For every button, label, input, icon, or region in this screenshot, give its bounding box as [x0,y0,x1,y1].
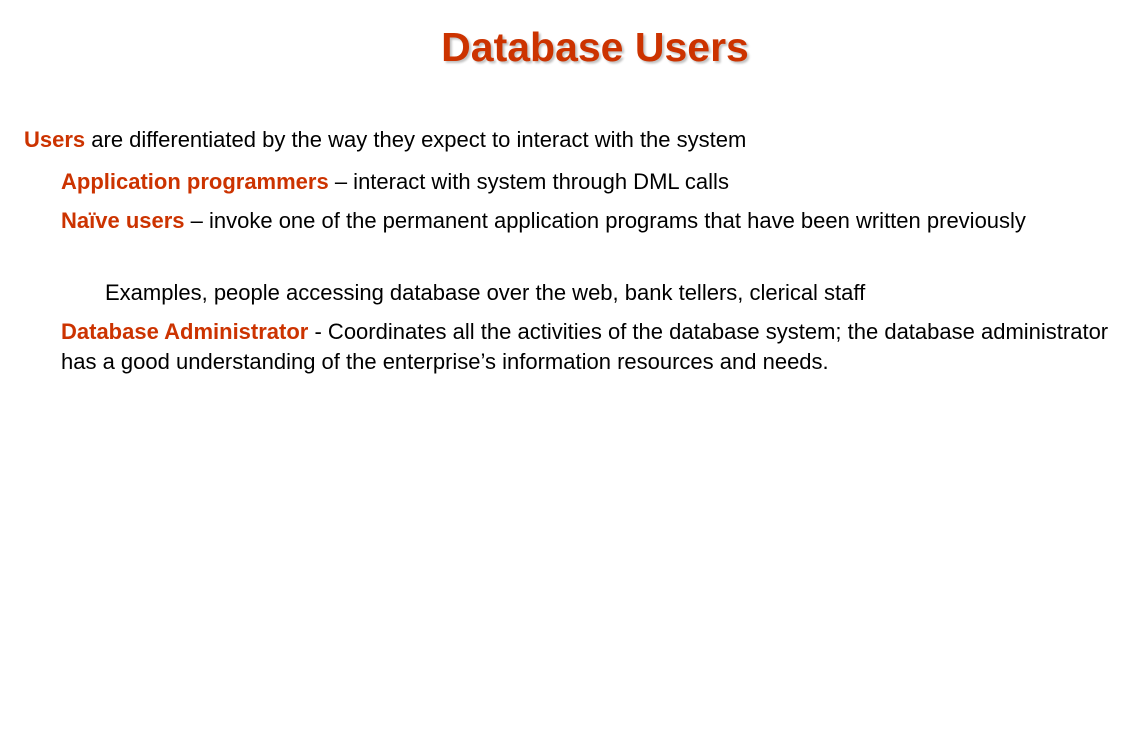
bullet-text: – invoke one of the permanent applicatio… [184,208,1026,233]
intro-text: are differentiated by the way they expec… [85,127,747,152]
intro-term: Users [24,127,86,152]
bullet-database-administrator: Database Administrator - Coordinates all… [61,317,1111,377]
slide-title: Database Users [441,24,749,70]
sub-bullet-examples: Examples, people accessing database over… [105,280,866,305]
bullet-term: Application programmers [61,169,329,194]
bullet-application-programmers: Application programmers – interact with … [61,167,1111,197]
bullet-term: Naïve users [61,208,185,233]
bullet-term: Database Administrator [61,319,309,344]
intro-bullet: Users are differentiated by the way they… [24,125,746,155]
bullet-text: – interact with system through DML calls [328,169,729,194]
bullet-naive-users: Naïve users – invoke one of the permanen… [61,206,1111,236]
